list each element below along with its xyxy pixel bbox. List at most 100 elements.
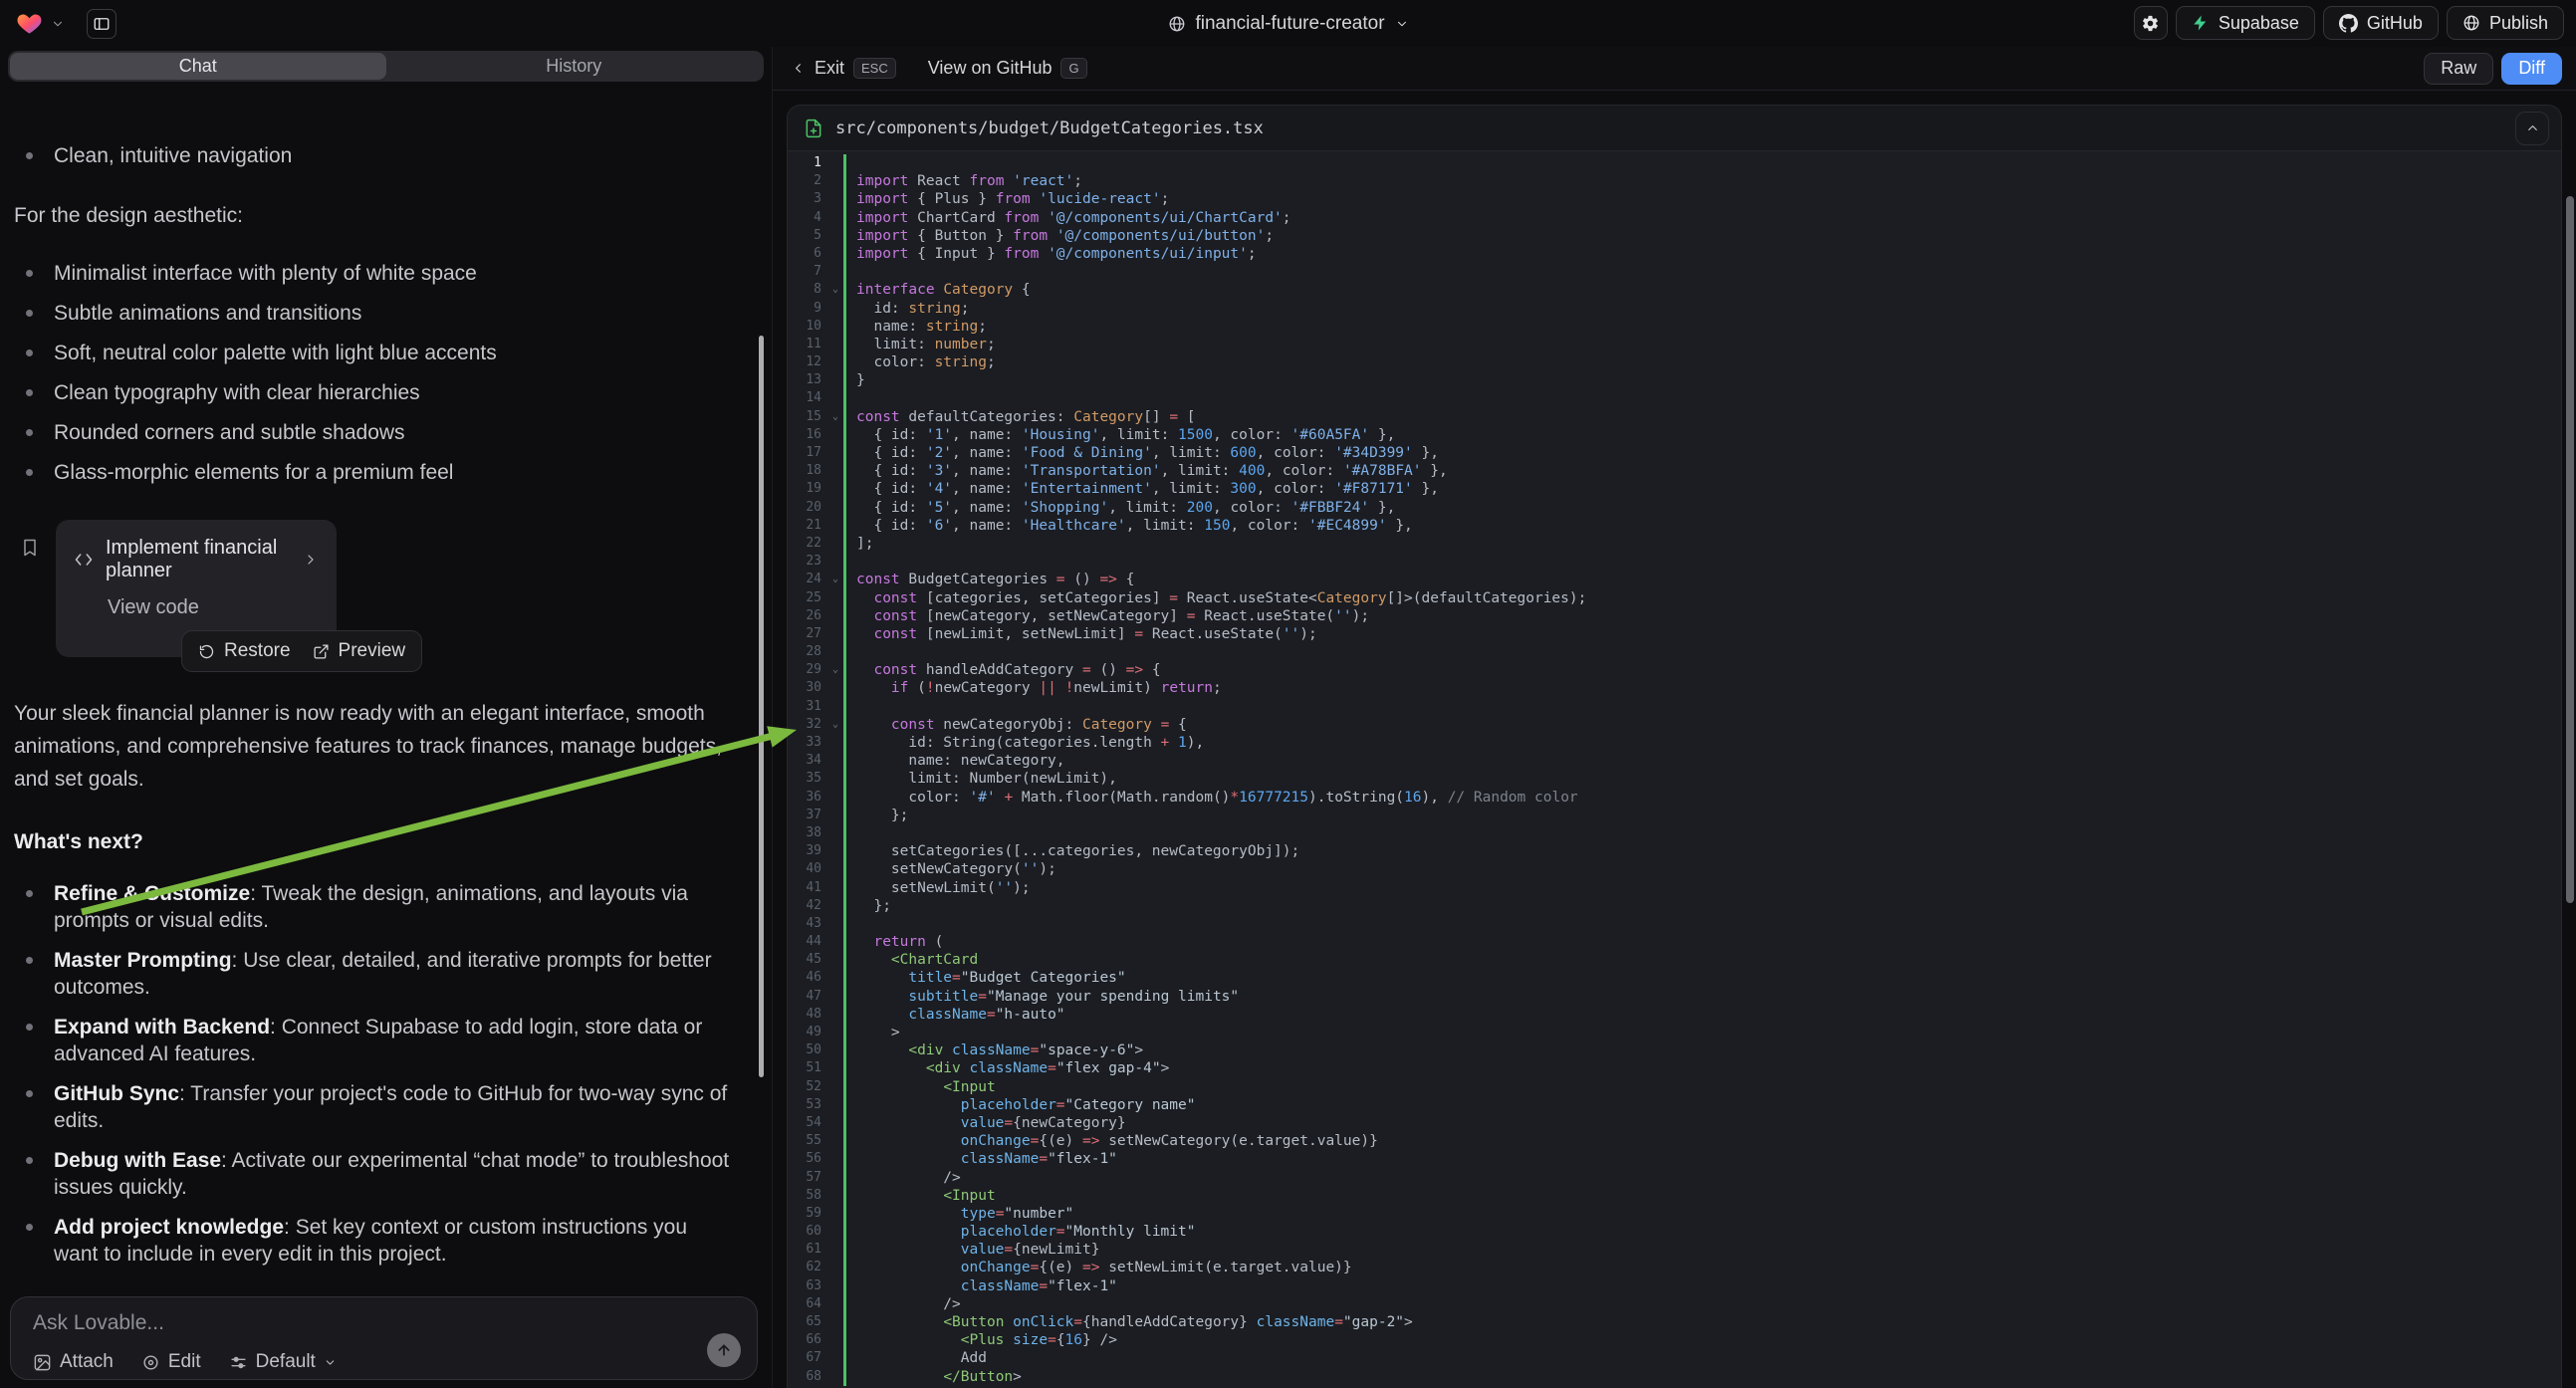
- fold-chevron-icon[interactable]: [827, 535, 843, 553]
- fold-chevron-icon[interactable]: ⌄: [827, 281, 843, 299]
- fold-chevron-icon[interactable]: [827, 915, 843, 933]
- raw-toggle-button[interactable]: Raw: [2424, 53, 2493, 85]
- fold-chevron-icon[interactable]: [827, 824, 843, 842]
- lovable-logo-heart-icon[interactable]: [16, 10, 43, 37]
- fold-chevron-icon[interactable]: [827, 842, 843, 860]
- fold-chevron-icon[interactable]: ⌄: [827, 661, 843, 679]
- fold-chevron-icon[interactable]: [827, 752, 843, 770]
- fold-chevron-icon[interactable]: [827, 444, 843, 462]
- fold-chevron-icon[interactable]: [827, 1223, 843, 1241]
- fold-chevron-icon[interactable]: [827, 1169, 843, 1187]
- fold-chevron-icon[interactable]: [827, 679, 843, 697]
- code-scrollbar-thumb[interactable]: [2566, 196, 2574, 903]
- fold-chevron-icon[interactable]: [827, 263, 843, 281]
- fold-chevron-icon[interactable]: ⌄: [827, 571, 843, 588]
- settings-button[interactable]: [2134, 6, 2168, 40]
- publish-button[interactable]: Publish: [2447, 6, 2564, 40]
- fold-chevron-icon[interactable]: [827, 607, 843, 625]
- view-on-github-button[interactable]: View on GitHub G: [928, 58, 1087, 79]
- collapse-file-button[interactable]: [2515, 112, 2549, 145]
- fold-chevron-icon[interactable]: [827, 245, 843, 263]
- fold-chevron-icon[interactable]: [827, 1313, 843, 1331]
- exit-button[interactable]: Exit esc: [791, 58, 896, 79]
- fold-chevron-icon[interactable]: [827, 227, 843, 245]
- bookmark-icon[interactable]: [20, 538, 40, 558]
- fold-chevron-icon[interactable]: [827, 1024, 843, 1041]
- fold-chevron-icon[interactable]: [827, 897, 843, 915]
- fold-chevron-icon[interactable]: [827, 1041, 843, 1059]
- supabase-button[interactable]: Supabase: [2176, 6, 2315, 40]
- fold-chevron-icon[interactable]: [827, 1078, 843, 1096]
- fold-chevron-icon[interactable]: [827, 154, 843, 172]
- list-item: Debug with Ease: Activate our experiment…: [14, 1147, 731, 1201]
- fold-chevron-icon[interactable]: [827, 933, 843, 951]
- fold-chevron-icon[interactable]: [827, 209, 843, 227]
- tab-history[interactable]: History: [386, 53, 763, 80]
- preview-button[interactable]: Preview: [313, 640, 406, 662]
- fold-chevron-icon[interactable]: [827, 1059, 843, 1077]
- chat-input[interactable]: [33, 1311, 737, 1341]
- fold-chevron-icon[interactable]: [827, 1006, 843, 1024]
- tab-chat[interactable]: Chat: [10, 53, 386, 80]
- project-switcher[interactable]: financial-future-creator: [1167, 13, 1408, 35]
- fold-chevron-icon[interactable]: [827, 969, 843, 987]
- fold-chevron-icon[interactable]: [827, 589, 843, 607]
- fold-chevron-icon[interactable]: [827, 553, 843, 571]
- fold-chevron-icon[interactable]: [827, 734, 843, 752]
- fold-chevron-icon[interactable]: [827, 499, 843, 517]
- edit-button[interactable]: Edit: [141, 1351, 201, 1373]
- fold-chevron-icon[interactable]: [827, 1096, 843, 1114]
- fold-chevron-icon[interactable]: [827, 318, 843, 336]
- fold-chevron-icon[interactable]: [827, 172, 843, 190]
- code-viewer[interactable]: 12import React from 'react';3import { Pl…: [788, 151, 2561, 1388]
- fold-chevron-icon[interactable]: [827, 770, 843, 788]
- fold-chevron-icon[interactable]: [827, 1331, 843, 1349]
- fold-chevron-icon[interactable]: [827, 371, 843, 389]
- fold-chevron-icon[interactable]: [827, 190, 843, 208]
- send-button[interactable]: [707, 1333, 741, 1367]
- fold-chevron-icon[interactable]: [827, 1205, 843, 1223]
- fold-chevron-icon[interactable]: [827, 353, 843, 371]
- fold-chevron-icon[interactable]: [827, 1259, 843, 1276]
- fold-chevron-icon[interactable]: [827, 300, 843, 318]
- view-code-link[interactable]: View code: [108, 596, 319, 619]
- file-header-bar[interactable]: src/components/budget/BudgetCategories.t…: [788, 106, 2561, 151]
- fold-chevron-icon[interactable]: [827, 951, 843, 969]
- fold-chevron-icon[interactable]: [827, 1295, 843, 1313]
- diff-toggle-button[interactable]: Diff: [2501, 53, 2562, 85]
- fold-chevron-icon[interactable]: [827, 643, 843, 661]
- chat-scrollbar-thumb[interactable]: [759, 336, 764, 1077]
- toggle-sidebar-button[interactable]: [87, 9, 117, 39]
- fold-chevron-icon[interactable]: [827, 1114, 843, 1132]
- fold-chevron-icon[interactable]: [827, 698, 843, 716]
- version-card-implement-financial-planner[interactable]: Implement financial planner View code Re…: [56, 520, 337, 657]
- fold-chevron-icon[interactable]: [827, 336, 843, 353]
- chat-scroll-area[interactable]: Clean, intuitive navigation For the desi…: [0, 130, 772, 1294]
- fold-chevron-icon[interactable]: [827, 462, 843, 480]
- chevron-right-icon[interactable]: [303, 552, 319, 568]
- fold-chevron-icon[interactable]: [827, 1277, 843, 1295]
- mode-selector[interactable]: Default: [229, 1351, 337, 1373]
- fold-chevron-icon[interactable]: [827, 480, 843, 498]
- fold-chevron-icon[interactable]: [827, 807, 843, 824]
- fold-chevron-icon[interactable]: [827, 1132, 843, 1150]
- attach-button[interactable]: Attach: [33, 1351, 114, 1373]
- fold-chevron-icon[interactable]: [827, 625, 843, 643]
- github-button[interactable]: GitHub: [2323, 6, 2439, 40]
- fold-chevron-icon[interactable]: [827, 860, 843, 878]
- fold-chevron-icon[interactable]: [827, 1368, 843, 1386]
- fold-chevron-icon[interactable]: [827, 1241, 843, 1259]
- fold-chevron-icon[interactable]: [827, 1349, 843, 1367]
- fold-chevron-icon[interactable]: [827, 879, 843, 897]
- fold-chevron-icon[interactable]: [827, 1150, 843, 1168]
- fold-chevron-icon[interactable]: [827, 426, 843, 444]
- fold-chevron-icon[interactable]: [827, 389, 843, 407]
- fold-chevron-icon[interactable]: ⌄: [827, 408, 843, 426]
- fold-chevron-icon[interactable]: [827, 988, 843, 1006]
- restore-button[interactable]: Restore: [198, 640, 291, 662]
- chevron-down-icon[interactable]: [51, 17, 65, 31]
- fold-chevron-icon[interactable]: [827, 1187, 843, 1205]
- fold-chevron-icon[interactable]: [827, 789, 843, 807]
- fold-chevron-icon[interactable]: [827, 517, 843, 535]
- fold-chevron-icon[interactable]: ⌄: [827, 716, 843, 734]
